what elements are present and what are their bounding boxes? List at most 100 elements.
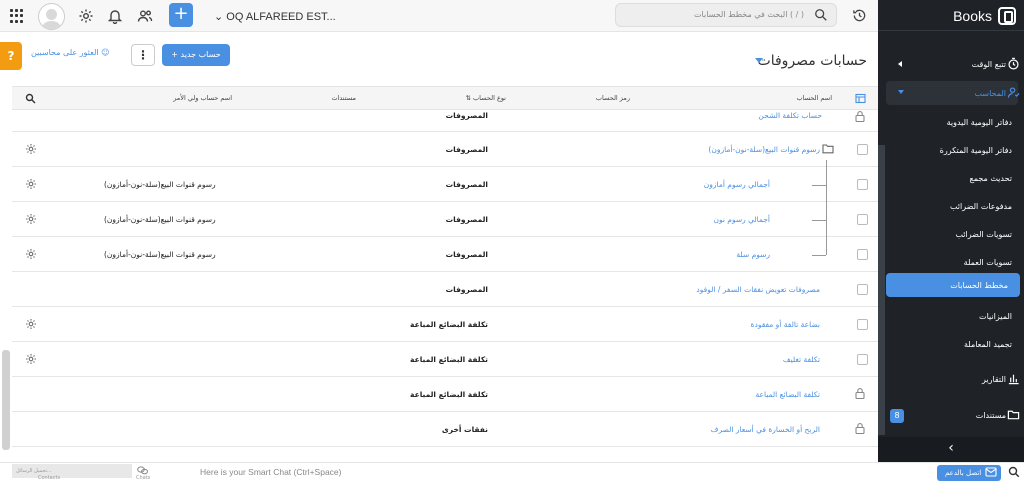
account-name-link[interactable]: تكلفة البضائع المباعة: [755, 390, 820, 399]
view-dropdown-icon[interactable]: [755, 58, 763, 63]
smart-chat-input[interactable]: Here is your Smart Chat (Ctrl+Space): [200, 467, 341, 477]
row-checkbox[interactable]: [857, 144, 868, 155]
gear-icon[interactable]: [25, 353, 37, 365]
quick-create-button[interactable]: +: [169, 3, 193, 27]
account-name-link[interactable]: حساب تكلفة الشحن: [758, 111, 822, 120]
sidebar-item-recurring-journals[interactable]: دفاتر اليومية المتكررة: [894, 138, 1024, 162]
gear-icon[interactable]: [25, 143, 37, 155]
table-row[interactable]: مصروفات تعويض نفقات السفر / الوفود المصر…: [12, 272, 878, 307]
sidebar-item-transaction-locking[interactable]: تجميد المعاملة: [894, 332, 1024, 356]
row-checkbox[interactable]: [857, 179, 868, 190]
row-checkbox[interactable]: [857, 319, 868, 330]
collapse-sidebar-button[interactable]: ‹: [878, 437, 1024, 462]
account-type: تكلفة البضائع المباعة: [410, 320, 488, 329]
parent-account-name: رسوم قنوات البيع(سلة-نون-أمازون): [104, 180, 216, 189]
account-name-link[interactable]: أجمالي رسوم نون: [713, 215, 770, 224]
column-header-code[interactable]: رمز الحساب: [596, 94, 630, 102]
sidebar-item-tax-payments[interactable]: مدفوعات الضرائب: [894, 194, 1024, 218]
chevron-left-icon: [898, 61, 902, 67]
search-icon[interactable]: [814, 8, 828, 22]
lock-icon: [854, 110, 866, 123]
gear-icon[interactable]: [78, 8, 94, 24]
sidebar-item-chart-of-accounts[interactable]: مخطط الحسابات: [886, 273, 1020, 297]
divider: [878, 30, 1024, 31]
row-checkbox[interactable]: [857, 284, 868, 295]
app-launcher-icon[interactable]: [10, 9, 24, 23]
content-scrollbar[interactable]: [2, 350, 10, 450]
column-header-type-label: نوع الحساب: [473, 94, 506, 102]
recent-history-icon[interactable]: [852, 8, 867, 23]
column-header-documents[interactable]: مستندات: [331, 94, 356, 102]
gear-icon[interactable]: [25, 248, 37, 260]
sidebar-item-accountant[interactable]: المحاسب: [886, 82, 1024, 104]
account-name-link[interactable]: رسوم سلة: [736, 250, 770, 259]
column-header-parent[interactable]: اسم حساب ولي الأمر: [173, 94, 232, 102]
sidebar-item-label: التقارير: [981, 374, 1006, 384]
account-name-link[interactable]: بضاعة تالفة أو مفقودة: [751, 320, 820, 329]
sidebar-item-documents[interactable]: مستندات: [886, 404, 1024, 426]
find-accountants-link[interactable]: العثور على محاسبين ☺: [31, 48, 110, 57]
table-row[interactable]: بضاعة تالفة أو مفقودة تكلفة البضائع المب…: [12, 307, 878, 342]
account-type: تكلفة البضائع المباعة: [410, 390, 488, 399]
account-name-link[interactable]: رسوم قنوات البيع(سلة-نون-أمازون): [708, 145, 820, 154]
users-icon[interactable]: [137, 8, 153, 24]
sort-icon: ⇅: [465, 94, 473, 102]
new-account-button[interactable]: + حساب جديد: [162, 44, 230, 66]
tree-connector: [812, 185, 826, 186]
sidebar-item-currency-adjustments[interactable]: تسويات العملة: [894, 250, 1024, 274]
folder-icon: [822, 143, 834, 154]
gear-icon[interactable]: [25, 178, 37, 190]
column-header-type[interactable]: ⇅ نوع الحساب: [465, 94, 506, 102]
table-row[interactable]: رسوم سلة المصروفات رسوم قنوات البيع(سلة-…: [12, 237, 878, 272]
bell-icon[interactable]: [107, 8, 123, 25]
account-type: المصروفات: [445, 285, 488, 294]
sidebar-item-label: مستندات: [975, 410, 1006, 420]
chats-tab[interactable]: Chats: [136, 475, 150, 481]
sidebar-item-reports[interactable]: التقارير: [886, 368, 1024, 390]
table-row[interactable]: أجمالي رسوم أمازون المصروفات رسوم قنوات …: [12, 167, 878, 202]
gear-icon[interactable]: [25, 318, 37, 330]
help-button[interactable]: ?: [0, 42, 22, 70]
table-row[interactable]: الربح أو الخسارة في أسعار الصرف نفقات أخ…: [12, 412, 878, 447]
row-checkbox[interactable]: [857, 249, 868, 260]
row-checkbox[interactable]: [857, 214, 868, 225]
page-title[interactable]: حسابات مصروفات: [758, 53, 867, 69]
sidebar-item-budgets[interactable]: الميزانيات: [894, 304, 1024, 328]
bottom-bar: تحميل الرسائل... Contacts Chats Here is …: [0, 462, 1024, 481]
account-type: المصروفات: [445, 111, 488, 120]
sidebar-item-bulk-update[interactable]: تحديث مجمع: [894, 166, 1024, 190]
contacts-tab[interactable]: Contacts: [38, 475, 60, 481]
parent-account-name: رسوم قنوات البيع(سلة-نون-أمازون): [104, 250, 216, 259]
sidebar-item-label: تتبع الوقت: [971, 59, 1006, 69]
chat-bubbles-icon[interactable]: [137, 466, 148, 475]
more-options-button[interactable]: ⋮: [131, 44, 155, 66]
avatar[interactable]: [38, 3, 65, 30]
chat-preview-tile[interactable]: تحميل الرسائل...: [12, 464, 132, 478]
account-name-link[interactable]: الربح أو الخسارة في أسعار الصرف: [711, 425, 820, 434]
account-name-link[interactable]: تكلفة تغليف: [783, 355, 820, 364]
sidebar-item-tax-adjustments[interactable]: تسويات الضرائب: [894, 222, 1024, 246]
column-header-name[interactable]: اسم الحساب: [796, 94, 832, 102]
sidebar-item-label: المحاسب: [974, 88, 1006, 98]
gear-icon[interactable]: [25, 213, 37, 225]
table-row[interactable]: أجمالي رسوم نون المصروفات رسوم قنوات الب…: [12, 202, 878, 237]
account-name-link[interactable]: أجمالي رسوم أمازون: [704, 180, 770, 189]
find-accountants-label: العثور على محاسبين: [31, 48, 99, 57]
sidebar-item-time-tracking[interactable]: تتبع الوقت: [886, 53, 1024, 75]
account-type: نفقات أخرى: [441, 425, 488, 434]
search-icon[interactable]: [1008, 466, 1020, 478]
search-input[interactable]: البحث في مخطط الحسابات ( / ): [615, 3, 837, 27]
support-label: اتصل بالدعم: [945, 469, 982, 477]
sidebar-scrollbar[interactable]: [878, 145, 885, 435]
folder-icon: [1007, 408, 1020, 421]
row-checkbox[interactable]: [857, 354, 868, 365]
table-row[interactable]: تكلفة البضائع المباعة تكلفة البضائع المب…: [12, 377, 878, 412]
sidebar-item-manual-journals[interactable]: دفاتر اليومية اليدوية: [894, 110, 1024, 134]
table-row[interactable]: حساب تكلفة الشحن المصروفات: [12, 102, 878, 132]
account-name-link[interactable]: مصروفات تعويض نفقات السفر / الوفود: [696, 285, 820, 294]
bar-chart-icon: [1007, 372, 1020, 385]
table-row[interactable]: رسوم قنوات البيع(سلة-نون-أمازون) المصروف…: [12, 132, 878, 167]
organization-switcher[interactable]: ⌄ OQ ALFAREED EST...: [214, 10, 336, 23]
lock-icon: [854, 422, 866, 435]
table-row[interactable]: تكلفة تغليف تكلفة البضائع المباعة: [12, 342, 878, 377]
